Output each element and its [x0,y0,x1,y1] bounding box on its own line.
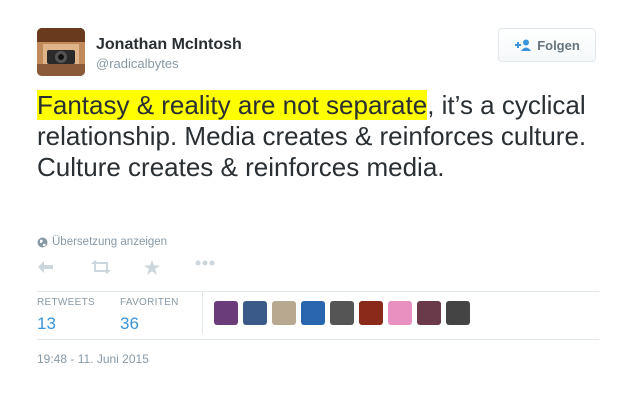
author-avatar[interactable] [37,28,85,76]
favoriter-avatar[interactable] [359,301,383,325]
favoriter-avatar[interactable] [388,301,412,325]
globe-icon [37,237,48,248]
author-handle[interactable]: @radicalbytes [96,56,179,71]
retweets-stat[interactable]: RETWEETS 13 [37,297,95,334]
follow-button[interactable]: Folgen [498,28,596,62]
stats-divider-bottom [37,339,599,340]
highlighted-text: Fantasy & reality are not separate [37,90,428,120]
follow-button-label: Folgen [537,37,580,53]
favorites-label: FAVORITEN [120,297,179,308]
stats-divider-top [37,291,599,292]
retweet-icon[interactable] [91,260,111,274]
favoriter-avatar[interactable] [272,301,296,325]
add-user-icon [514,39,532,51]
tweet-text: Fantasy & reality are not separate, it’s… [37,90,607,183]
reply-icon[interactable] [37,260,55,274]
tweet-timestamp[interactable]: 19:48 - 11. Juni 2015 [37,352,149,366]
retweets-count: 13 [37,314,56,333]
favoriter-avatar[interactable] [417,301,441,325]
favoriter-avatar[interactable] [330,301,354,325]
favoriter-avatar[interactable] [214,301,238,325]
favorites-stat[interactable]: FAVORITEN 36 [120,297,179,334]
favoriter-avatars [214,301,475,325]
favorite-icon[interactable] [144,260,160,275]
favorites-count: 36 [120,314,139,333]
translate-link[interactable]: Übersetzung anzeigen [37,236,167,248]
favoriter-avatar[interactable] [301,301,325,325]
author-name[interactable]: Jonathan McIntosh [96,36,242,54]
translate-label: Übersetzung anzeigen [52,236,168,248]
favoriter-avatar[interactable] [243,301,267,325]
more-icon[interactable] [195,260,215,266]
favoriter-avatar[interactable] [446,301,470,325]
stats-separator [202,292,203,334]
retweets-label: RETWEETS [37,297,95,308]
